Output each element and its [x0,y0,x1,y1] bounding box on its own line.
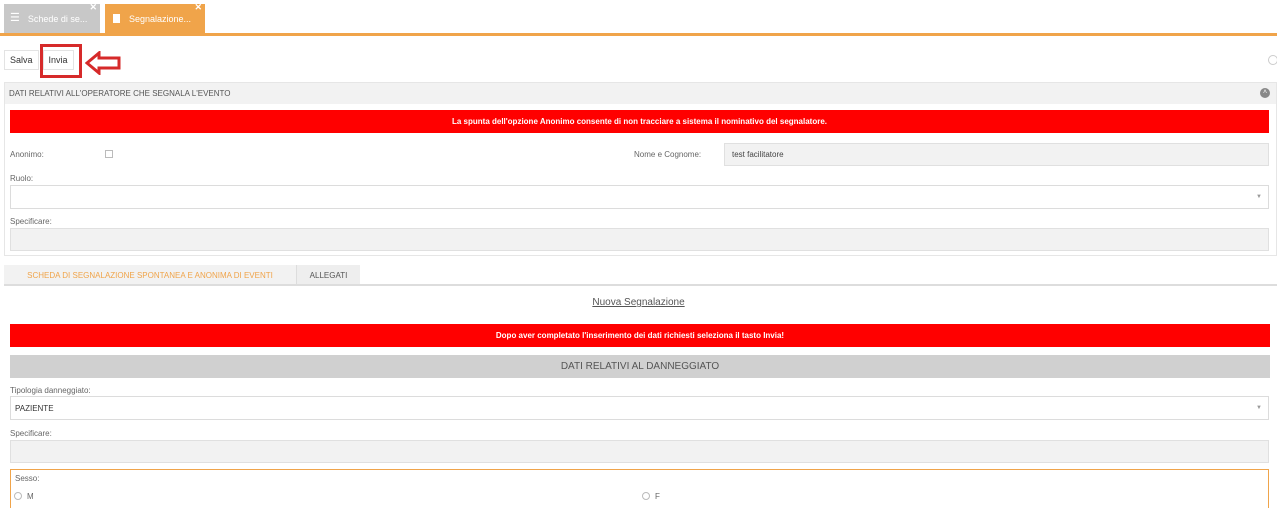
name-field[interactable]: test facilitatore [724,143,1269,166]
damaged-type-select[interactable]: PAZIENTE ▼ [10,396,1269,420]
tab-segnalazione[interactable]: Segnalazione... ✕ [105,3,205,33]
damaged-section-title: DATI RELATIVI AL DANNEGGIATO [10,355,1270,378]
save-button[interactable]: Salva [4,50,39,70]
specify-label: Specificare: [10,217,52,226]
operator-section-title: DATI RELATIVI ALL'OPERATORE CHE SEGNALA … [9,89,231,98]
tab-schede-label: Schede di se... [27,13,88,24]
sex-option-f: F [655,492,660,501]
loading-icon [1268,55,1277,65]
role-label: Ruolo: [10,174,34,183]
sex-option-m: M [27,492,34,501]
damaged-specify-label: Specificare: [10,429,52,438]
sex-fieldset: Sesso: M F [10,469,1269,508]
document-icon [113,14,120,23]
damaged-type-label: Tipologia danneggiato: [10,386,91,395]
sex-label: Sesso: [15,474,40,483]
tab-scheda-segnalazione[interactable]: SCHEDA DI SEGNALAZIONE SPONTANEA E ANONI… [4,265,296,286]
tab-strip-accent-line [0,33,1277,36]
close-icon[interactable]: ✕ [194,3,202,12]
send-button-highlight [40,44,82,78]
submit-notice: Dopo aver completato l'inserimento dei d… [10,324,1270,347]
operator-specify-field[interactable] [10,228,1269,251]
tab-allegati[interactable]: ALLEGATI [296,265,360,286]
chevron-down-icon: ▼ [1256,194,1262,200]
anonymous-checkbox[interactable] [105,150,113,158]
document-tab-strip: ☰ Schede di se... ✕ Segnalazione... ✕ [0,0,1277,37]
close-icon[interactable]: ✕ [89,3,97,12]
tab-segnalazione-label: Segnalazione... [129,13,192,24]
list-icon: ☰ [10,12,20,24]
anonymous-label: Anonimo: [10,150,44,159]
tab-schede[interactable]: ☰ Schede di se... ✕ [4,3,100,33]
left-arrow-icon [85,51,121,75]
content-tabs-divider [4,284,1277,286]
anonymous-notice: La spunta dell'opzione Anonimo consente … [10,110,1269,133]
chevron-down-icon: ▼ [1256,405,1262,411]
form-title: Nuova Segnalazione [592,297,685,308]
damaged-specify-field[interactable] [10,440,1269,463]
damaged-type-value: PAZIENTE [15,403,54,413]
role-select[interactable]: ▼ [10,185,1269,209]
name-label: Nome e Cognome: [634,150,702,159]
sex-radio-m[interactable] [14,492,22,500]
collapse-icon[interactable]: ˄ [1260,88,1270,98]
operator-section-header[interactable]: DATI RELATIVI ALL'OPERATORE CHE SEGNALA … [5,83,1276,104]
sex-radio-f[interactable] [642,492,650,500]
